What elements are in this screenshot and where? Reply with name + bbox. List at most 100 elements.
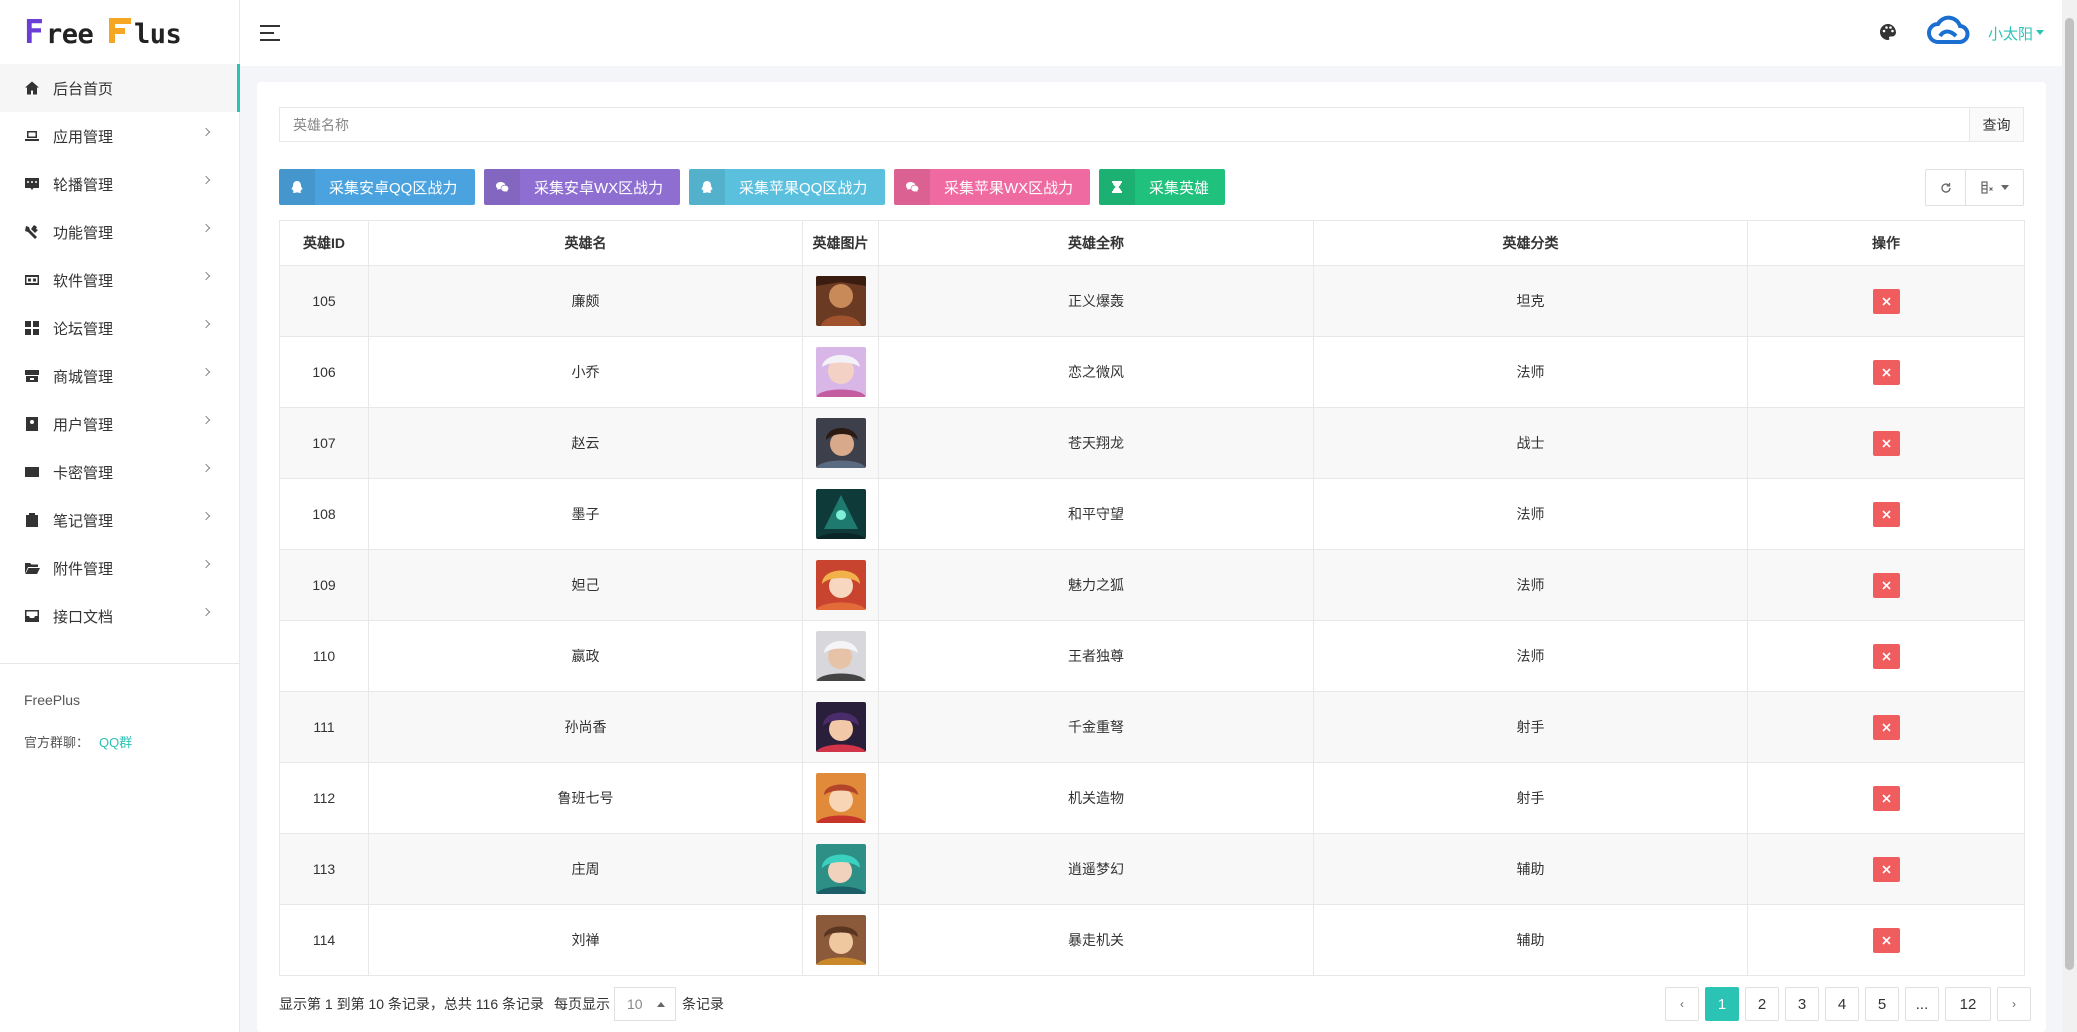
inbox-icon: [24, 608, 40, 624]
page-size-select[interactable]: 10: [614, 987, 677, 1021]
hero-id-cell: 114: [279, 904, 369, 976]
columns-icon: [1980, 181, 1993, 194]
hero-name-search-input[interactable]: [280, 108, 1969, 141]
sidebar-item-label: 笔记管理: [53, 512, 114, 530]
palette-icon[interactable]: [1878, 22, 1898, 42]
chevron-right-icon: [201, 127, 211, 137]
grid-icon: [24, 320, 40, 336]
hero-name-cell: 鲁班七号: [368, 762, 803, 834]
page-button[interactable]: 4: [1825, 987, 1859, 1021]
avatar[interactable]: [1926, 14, 1972, 48]
column-header-name[interactable]: 英雄名: [368, 220, 803, 266]
hero-avatar-image[interactable]: [815, 631, 866, 681]
delete-button[interactable]: [1872, 288, 1900, 314]
page-size-value: 10: [627, 996, 643, 1012]
delete-button[interactable]: [1872, 927, 1900, 953]
page-button[interactable]: 2: [1745, 987, 1779, 1021]
collect-android-qq-button[interactable]: 采集安卓QQ区战力: [279, 169, 475, 205]
qq-group-link[interactable]: QQ群: [99, 735, 132, 750]
hero-avatar-image[interactable]: [815, 347, 866, 397]
delete-button[interactable]: [1872, 501, 1900, 527]
next-page-button[interactable]: ›: [1997, 987, 2031, 1021]
collect-ios-qq-label: 采集苹果QQ区战力: [739, 179, 868, 197]
table-row: 112 鲁班七号 机关造物 射手: [279, 762, 2025, 834]
user-menu[interactable]: 小太阳: [1988, 23, 2033, 44]
sidebar-item-api-docs[interactable]: 接口文档: [0, 592, 239, 640]
page-button[interactable]: 5: [1865, 987, 1899, 1021]
column-header-category[interactable]: 英雄分类: [1313, 220, 1748, 266]
collect-ios-wx-button[interactable]: 采集苹果WX区战力: [894, 169, 1090, 205]
chevron-right-icon: [201, 415, 211, 425]
sidebar-item-dashboard[interactable]: 后台首页: [0, 64, 240, 112]
hero-name-cell: 赵云: [368, 407, 803, 479]
actions-cell: [1747, 265, 2025, 337]
hero-image-cell: [802, 762, 879, 834]
hero-avatar-image[interactable]: [815, 702, 866, 752]
caret-down-icon[interactable]: [2036, 30, 2044, 35]
menu-toggle-icon[interactable]: [260, 24, 280, 42]
columns-toggle-button[interactable]: [1966, 170, 2023, 205]
hero-avatar-image[interactable]: [815, 915, 866, 965]
qq-icon: [689, 169, 725, 205]
sidebar-item-label: 应用管理: [53, 128, 114, 146]
refresh-button[interactable]: [1926, 170, 1966, 205]
delete-button[interactable]: [1872, 430, 1900, 456]
hero-avatar-image[interactable]: [815, 560, 866, 610]
sidebar-item-features[interactable]: 功能管理: [0, 208, 239, 256]
page-button[interactable]: 1: [1705, 987, 1739, 1021]
page-button[interactable]: 3: [1785, 987, 1819, 1021]
delete-button[interactable]: [1872, 572, 1900, 598]
column-header-id[interactable]: 英雄ID: [279, 220, 369, 266]
column-header-actions[interactable]: 操作: [1747, 220, 2025, 266]
sidebar-footer-brand: FreePlus: [24, 692, 81, 708]
hero-id-cell: 107: [279, 407, 369, 479]
hero-category-cell: 辅助: [1313, 833, 1748, 905]
delete-button[interactable]: [1872, 714, 1900, 740]
page-button[interactable]: 12: [1945, 987, 1991, 1021]
column-header-full-name[interactable]: 英雄全称: [878, 220, 1314, 266]
collect-ios-qq-button[interactable]: 采集苹果QQ区战力: [689, 169, 885, 205]
sidebar-item-cards[interactable]: 卡密管理: [0, 448, 239, 496]
hero-category-cell: 法师: [1313, 620, 1748, 692]
brand-logo[interactable]: F ree lus: [0, 0, 239, 64]
page-scrollbar[interactable]: [2062, 0, 2077, 1032]
search-bar: 查询: [279, 107, 2024, 142]
hero-name-cell: 刘禅: [368, 904, 803, 976]
sidebar-item-attachments[interactable]: 附件管理: [0, 544, 239, 592]
hero-name-cell: 小乔: [368, 336, 803, 408]
search-button[interactable]: 查询: [1969, 108, 2023, 141]
sidebar-item-label: 卡密管理: [53, 464, 114, 482]
sidebar-item-label: 接口文档: [53, 608, 114, 626]
delete-button[interactable]: [1872, 856, 1900, 882]
column-header-image[interactable]: 英雄图片: [802, 220, 879, 266]
sidebar-item-software[interactable]: 软件管理: [0, 256, 239, 304]
table-row: 114 刘禅 暴走机关 辅助: [279, 904, 2025, 976]
collect-heroes-button[interactable]: 采集英雄: [1099, 169, 1225, 205]
delete-button[interactable]: [1872, 359, 1900, 385]
sidebar-item-apps[interactable]: 应用管理: [0, 112, 239, 160]
hero-avatar-image[interactable]: [815, 489, 866, 539]
toolbar: 采集安卓QQ区战力 采集安卓WX区战力 采集苹果QQ区战力 采集苹果WX区战力 …: [279, 169, 1225, 205]
sidebar-item-store[interactable]: 商城管理: [0, 352, 239, 400]
sidebar-item-notes[interactable]: 笔记管理: [0, 496, 239, 544]
hero-avatar-image[interactable]: [815, 844, 866, 894]
hero-avatar-image[interactable]: [815, 276, 866, 326]
delete-button[interactable]: [1872, 785, 1900, 811]
collect-android-wx-button[interactable]: 采集安卓WX区战力: [484, 169, 680, 205]
sidebar-item-forum[interactable]: 论坛管理: [0, 304, 239, 352]
scrollbar-thumb[interactable]: [2065, 18, 2074, 970]
prev-page-button[interactable]: ‹: [1665, 987, 1699, 1021]
hero-avatar-image[interactable]: [815, 418, 866, 468]
sidebar-item-carousel[interactable]: 轮播管理: [0, 160, 239, 208]
hero-full-name-cell: 魅力之狐: [878, 549, 1314, 621]
table-row: 113 庄周 逍遥梦幻 辅助: [279, 833, 2025, 905]
delete-button[interactable]: [1872, 643, 1900, 669]
hero-avatar-image[interactable]: [815, 773, 866, 823]
sidebar-item-users[interactable]: 用户管理: [0, 400, 239, 448]
hero-id-cell: 105: [279, 265, 369, 337]
actions-cell: [1747, 620, 2025, 692]
chevron-right-icon: [201, 175, 211, 185]
records-summary: 显示第 1 到第 10 条记录，总共 116 条记录: [279, 996, 545, 1012]
sidebar-item-label: 用户管理: [53, 416, 114, 434]
hero-category-cell: 辅助: [1313, 904, 1748, 976]
